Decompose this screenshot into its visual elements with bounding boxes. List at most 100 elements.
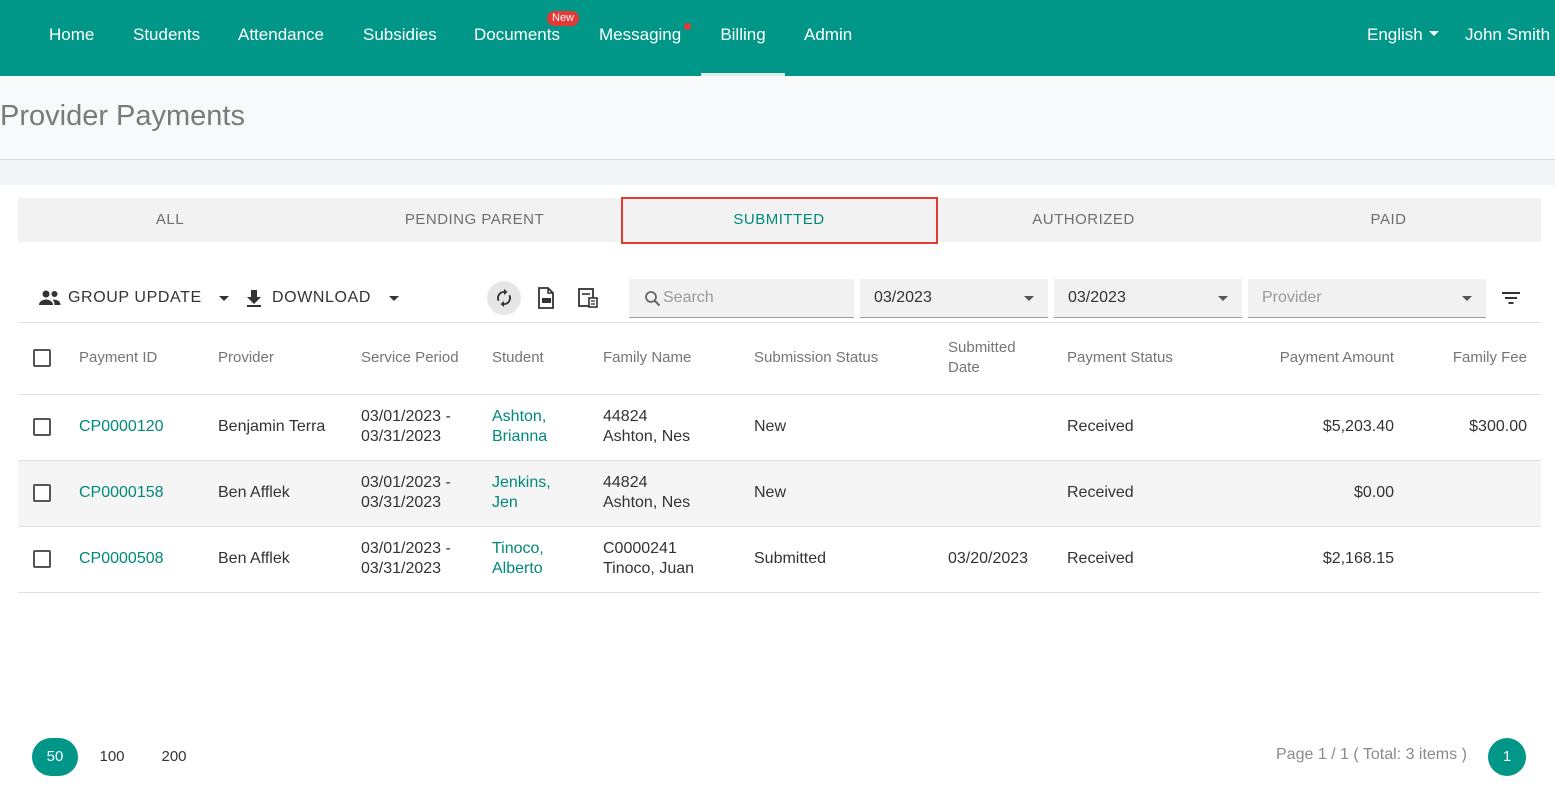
tab-pending-parent[interactable]: PENDING PARENT: [322, 198, 627, 242]
payment-id-link[interactable]: CP0000158: [79, 483, 164, 503]
header-family-fee[interactable]: Family Fee: [1453, 348, 1527, 368]
table-row: CP0000508 Ben Afflek 03/01/2023 - 03/31/…: [18, 527, 1541, 593]
chevron-down-icon: [1218, 296, 1228, 301]
refresh-button[interactable]: [487, 281, 521, 315]
student-link[interactable]: Jen: [492, 493, 518, 513]
header-divider: [0, 160, 1555, 185]
export-csv-button[interactable]: [529, 281, 563, 315]
payment-amount: $2,168.15: [1322, 550, 1394, 567]
top-navigation-bar: Home Students Attendance Subsidies Docum…: [0, 0, 1555, 76]
payment-id-link[interactable]: CP0000508: [79, 549, 164, 569]
unread-dot: [684, 23, 691, 30]
language-menu[interactable]: English: [1367, 0, 1439, 76]
nav-students[interactable]: Students: [133, 0, 200, 76]
nav-admin[interactable]: Admin: [804, 0, 852, 76]
service-period-start: 03/01/2023 -: [361, 474, 451, 491]
nav-billing[interactable]: Billing: [701, 0, 785, 76]
pagination-summary: Page 1 / 1 ( Total: 3 items ): [1276, 746, 1467, 763]
header-submitted-date-line2[interactable]: Date: [948, 358, 980, 378]
page-header: Provider Payments: [0, 76, 1555, 160]
student-link[interactable]: Brianna: [492, 427, 547, 447]
student-link[interactable]: Ashton,: [492, 407, 546, 427]
submission-status: New: [754, 484, 787, 501]
payment-status: Received: [1067, 484, 1134, 501]
row-checkbox[interactable]: [33, 418, 51, 436]
header-student[interactable]: Student: [492, 348, 544, 368]
student-link[interactable]: Tinoco,: [492, 539, 544, 559]
table-row: CP0000120 Benjamin Terra 03/01/2023 - 03…: [18, 395, 1541, 461]
search-placeholder: Search: [663, 289, 714, 306]
header-provider[interactable]: Provider: [218, 348, 274, 368]
page-size-50[interactable]: 50: [32, 738, 78, 776]
family-id: 44824: [603, 408, 648, 425]
family-fee: $300.00: [1469, 418, 1527, 435]
to-period-value: 03/2023: [1068, 289, 1126, 306]
table-header: Payment ID Provider Service Period Stude…: [18, 323, 1541, 395]
dropdown-arrow-icon[interactable]: [389, 295, 400, 301]
provider-cell: Ben Afflek: [218, 550, 290, 567]
header-payment-id[interactable]: Payment ID: [79, 348, 157, 368]
service-period-end: 03/31/2023: [361, 560, 442, 577]
language-label: English: [1367, 25, 1423, 44]
header-payment-status[interactable]: Payment Status: [1067, 348, 1173, 368]
nav-messaging[interactable]: Messaging: [599, 0, 681, 76]
payment-id-link[interactable]: CP0000120: [79, 417, 164, 437]
header-submission-status[interactable]: Submission Status: [754, 348, 878, 368]
page-1-button[interactable]: 1: [1488, 738, 1526, 776]
from-period-select[interactable]: 03/2023: [860, 279, 1048, 318]
service-period-end: 03/31/2023: [361, 494, 442, 511]
header-submitted-date-line1[interactable]: Submitted: [948, 338, 1016, 358]
dropdown-arrow-icon[interactable]: [218, 295, 229, 301]
row-checkbox[interactable]: [33, 484, 51, 502]
sync-icon: [497, 289, 511, 307]
payment-amount: $0.00: [1353, 484, 1394, 501]
document-settings-icon: [578, 288, 598, 308]
caret-down-icon: [1428, 31, 1439, 36]
select-all-checkbox[interactable]: [33, 349, 51, 367]
row-checkbox[interactable]: [33, 550, 51, 568]
provider-select[interactable]: Provider: [1248, 279, 1486, 318]
payment-amount: $5,203.40: [1322, 418, 1394, 435]
group-update-label: GROUP UPDATE: [68, 289, 202, 306]
chevron-down-icon: [1024, 296, 1034, 301]
download-label: DOWNLOAD: [272, 289, 372, 306]
column-settings-button[interactable]: [571, 281, 605, 315]
filter-icon: [1502, 292, 1520, 304]
submission-status: Submitted: [754, 550, 827, 567]
selected-tab-highlight: [621, 197, 938, 244]
page-size-200[interactable]: 200: [151, 738, 197, 776]
provider-cell: Ben Afflek: [218, 484, 290, 501]
filter-button[interactable]: [1494, 281, 1528, 315]
to-period-select[interactable]: 03/2023: [1054, 279, 1242, 318]
payments-table: Payment ID Provider Service Period Stude…: [18, 322, 1541, 593]
user-menu[interactable]: John Smith: [1465, 0, 1550, 76]
download-button[interactable]: DOWNLOAD: [244, 283, 400, 313]
csv-file-icon: [538, 287, 554, 309]
tab-authorized[interactable]: AUTHORIZED: [931, 198, 1236, 242]
header-payment-amount[interactable]: Payment Amount: [1280, 348, 1394, 368]
header-service-period[interactable]: Service Period: [361, 348, 459, 368]
tab-all[interactable]: ALL: [18, 198, 322, 242]
from-period-value: 03/2023: [874, 289, 932, 306]
nav-attendance[interactable]: Attendance: [238, 0, 324, 76]
submitted-date: 03/20/2023: [948, 550, 1029, 567]
student-link[interactable]: Jenkins,: [492, 473, 551, 493]
student-link[interactable]: Alberto: [492, 559, 543, 579]
nav-subsidies[interactable]: Subsidies: [363, 0, 437, 76]
service-period-start: 03/01/2023 -: [361, 540, 451, 557]
chevron-down-icon: [1462, 296, 1472, 301]
page-size-100[interactable]: 100: [89, 738, 135, 776]
search-input[interactable]: Search: [629, 279, 854, 318]
family-id: 44824: [603, 474, 648, 491]
people-icon: [39, 290, 61, 305]
nav-home[interactable]: Home: [49, 0, 94, 76]
tab-paid[interactable]: PAID: [1236, 198, 1541, 242]
nav-documents[interactable]: Documents: [474, 0, 560, 76]
table-row: CP0000158 Ben Afflek 03/01/2023 - 03/31/…: [18, 461, 1541, 527]
group-update-button[interactable]: GROUP UPDATE: [38, 283, 229, 313]
provider-placeholder: Provider: [1262, 289, 1322, 306]
search-icon: [645, 290, 661, 306]
family-id: C0000241: [603, 540, 677, 557]
family-name: Tinoco, Juan: [603, 560, 695, 577]
header-family-name[interactable]: Family Name: [603, 348, 691, 368]
